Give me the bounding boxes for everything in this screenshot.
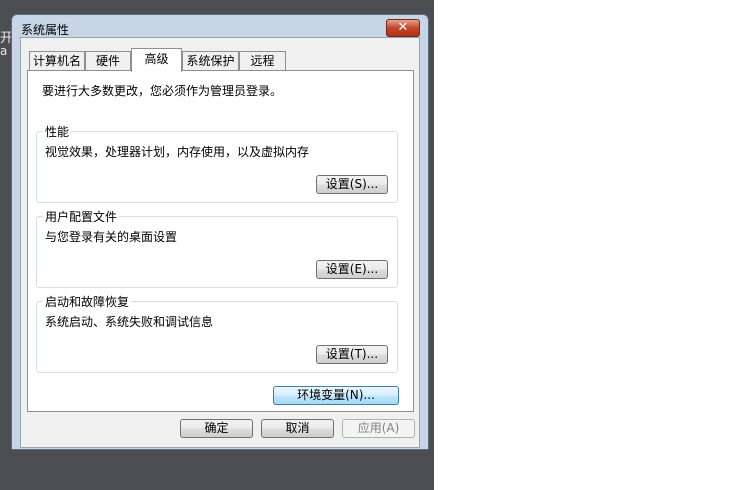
tab-system-protection[interactable]: 系统保护 xyxy=(182,51,239,70)
tab-remote[interactable]: 远程 xyxy=(239,51,286,70)
user-profiles-title: 用户配置文件 xyxy=(43,208,120,225)
admin-notice: 要进行大多数更改，您必须作为管理员登录。 xyxy=(42,84,283,98)
startup-recovery-description: 系统启动、系统失败和调试信息 xyxy=(45,315,214,329)
advanced-tab-panel: 要进行大多数更改，您必须作为管理员登录。 性能 视觉效果，处理器计划，内存使用，… xyxy=(27,70,414,412)
window-title: 系统属性 xyxy=(21,23,70,37)
desktop-partial-text-2: a xyxy=(0,44,8,58)
user-profiles-description: 与您登录有关的桌面设置 xyxy=(45,230,178,244)
close-button[interactable]: ✕ xyxy=(386,19,420,37)
performance-group: 性能 视觉效果，处理器计划，内存使用，以及虚拟内存 设置(S)... xyxy=(36,123,398,203)
performance-settings-button[interactable]: 设置(S)... xyxy=(316,175,388,194)
tab-computer-name[interactable]: 计算机名 xyxy=(29,51,85,70)
performance-description: 视觉效果，处理器计划，内存使用，以及虚拟内存 xyxy=(45,145,310,159)
user-profiles-group: 用户配置文件 与您登录有关的桌面设置 设置(E)... xyxy=(36,208,398,288)
startup-recovery-group: 启动和故障恢复 系统启动、系统失败和调试信息 设置(T)... xyxy=(36,293,398,373)
close-icon: ✕ xyxy=(397,20,409,35)
system-properties-dialog: 系统属性 ✕ 计算机名 硬件 高级 系统保护 远程 要进行大多数更改，您必须作为… xyxy=(11,14,429,450)
dialog-client-area: 计算机名 硬件 高级 系统保护 远程 要进行大多数更改，您必须作为管理员登录。 … xyxy=(20,37,420,448)
tab-hardware[interactable]: 硬件 xyxy=(85,51,131,70)
startup-recovery-title: 启动和故障恢复 xyxy=(43,293,132,310)
cancel-button[interactable]: 取消 xyxy=(261,419,334,438)
user-profiles-settings-button[interactable]: 设置(E)... xyxy=(316,260,388,279)
tab-advanced[interactable]: 高级 xyxy=(131,48,182,72)
apply-button[interactable]: 应用(A) xyxy=(342,419,415,438)
startup-recovery-settings-button[interactable]: 设置(T)... xyxy=(316,345,388,364)
performance-title: 性能 xyxy=(43,123,72,140)
environment-variables-button[interactable]: 环境变量(N)... xyxy=(273,386,399,405)
ok-button[interactable]: 确定 xyxy=(180,419,253,438)
